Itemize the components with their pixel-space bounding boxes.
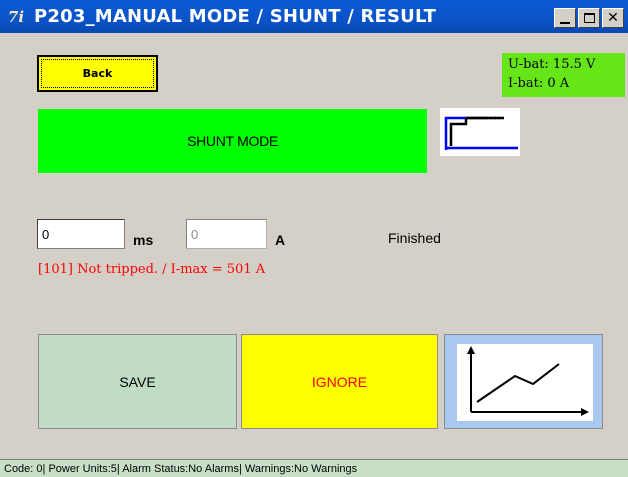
ignore-label: IGNORE: [311, 373, 368, 390]
title-bar: 7i P203_MANUAL MODE / SHUNT / RESULT ✕: [0, 0, 628, 33]
battery-status: U-bat: 15.5 V I-bat: 0 A: [502, 53, 625, 97]
app-icon: 7i: [7, 8, 25, 26]
status-text: Finished: [388, 230, 441, 246]
minimize-icon: [560, 21, 570, 24]
window-title: P203_MANUAL MODE / SHUNT / RESULT: [34, 6, 437, 27]
current-input[interactable]: [186, 219, 267, 249]
result-message: [101] Not tripped. / I-max = 501 A: [38, 262, 266, 277]
save-label: SAVE: [119, 373, 156, 390]
mode-banner: SHUNT MODE: [38, 109, 427, 173]
close-icon: ✕: [607, 10, 619, 26]
step-waveform-icon: [440, 108, 520, 156]
back-button[interactable]: Back: [37, 55, 158, 92]
current-unit-label: A: [275, 232, 286, 248]
minimize-button[interactable]: [554, 8, 576, 28]
maximize-icon: [583, 13, 595, 23]
mode-label: SHUNT MODE: [187, 133, 278, 149]
time-unit-label: ms: [133, 232, 154, 248]
maximize-button[interactable]: [578, 8, 600, 28]
line-graph-icon: [457, 344, 593, 421]
status-bar: Code: 0| Power Units:5| Alarm Status:No …: [0, 459, 628, 477]
close-button[interactable]: ✕: [602, 8, 624, 28]
graph-button[interactable]: [444, 334, 603, 429]
window-controls: ✕: [554, 8, 624, 28]
ignore-button[interactable]: IGNORE: [241, 334, 438, 429]
save-button[interactable]: SAVE: [38, 334, 237, 429]
battery-current: I-bat: 0 A: [508, 76, 570, 91]
battery-voltage: U-bat: 15.5 V: [508, 57, 596, 72]
time-input[interactable]: [37, 219, 125, 249]
